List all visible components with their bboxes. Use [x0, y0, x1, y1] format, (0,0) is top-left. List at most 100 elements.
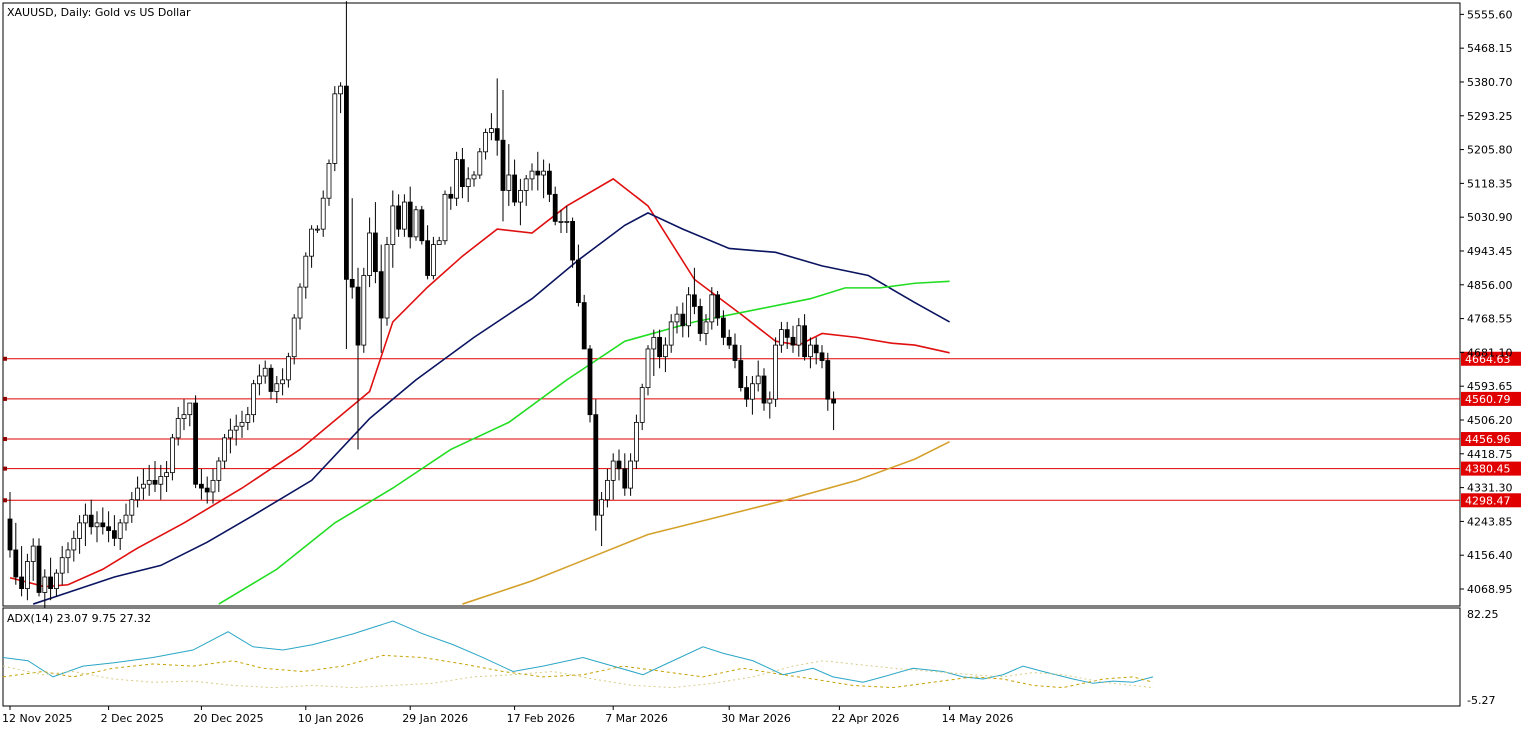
bull-candle	[471, 174, 477, 180]
bull-candle	[280, 379, 286, 385]
level-price-tag: 4456.96	[1461, 432, 1521, 447]
bull-candle	[610, 460, 616, 481]
bull-candle	[77, 522, 82, 539]
bull-candle	[384, 244, 390, 319]
bear-candle	[204, 487, 210, 493]
bull-candle	[663, 344, 668, 358]
bear-candle	[88, 514, 94, 528]
price-tick-label: 5293.25	[1467, 110, 1513, 123]
bull-candle	[430, 244, 436, 276]
bull-candle	[477, 151, 483, 176]
level-marker	[3, 437, 7, 442]
bear-candle	[19, 576, 25, 590]
price-tick-label: 4156.40	[1467, 549, 1513, 562]
bear-candle	[813, 344, 819, 354]
bull-candle	[216, 460, 222, 481]
bear-candle	[106, 526, 111, 532]
bear-candle	[831, 398, 836, 404]
bear-candle	[448, 193, 454, 199]
price-tick-label: 4506.20	[1467, 414, 1513, 427]
level-tag-label: 4456.96	[1465, 433, 1511, 446]
bull-candle	[210, 479, 216, 493]
bull-candle	[750, 383, 755, 400]
bear-candle	[744, 387, 749, 400]
bull-candle	[808, 344, 813, 358]
bear-candle	[407, 201, 413, 238]
bear-candle	[268, 367, 274, 392]
bull-candle	[42, 576, 48, 593]
time-tick-label: 10 Jan 2026	[298, 712, 364, 725]
bull-candle	[59, 557, 65, 574]
bull-candle	[175, 418, 181, 439]
bull-candle	[767, 398, 773, 404]
bear-candle	[732, 344, 738, 361]
bull-candle	[181, 414, 187, 419]
adx-series-line	[2, 654, 1154, 689]
bull-candle	[442, 193, 448, 242]
chart-title: XAUUSD, Daily: Gold vs US Dollar	[7, 6, 191, 19]
bear-candle	[593, 414, 599, 516]
price-tick-label: 4418.75	[1467, 448, 1513, 461]
adx-axis: 82.25 -5.27	[1467, 608, 1499, 707]
bull-candle	[465, 178, 471, 188]
bull-candle	[251, 383, 257, 416]
bear-candle	[355, 286, 361, 346]
price-axis: 5555.60 5468.15 5380.70 5293.25 5205.80 5118.…	[1460, 8, 1513, 596]
bull-candle	[158, 476, 164, 485]
bear-candle	[761, 375, 767, 404]
bear-candle	[657, 336, 662, 358]
level-price-tag: 4380.45	[1461, 461, 1521, 476]
bull-candle	[309, 228, 315, 257]
bear-candle	[721, 317, 726, 338]
bull-candle	[222, 437, 228, 462]
bear-candle	[494, 128, 500, 141]
price-tick-label: 4943.45	[1467, 245, 1513, 258]
bull-candle	[599, 499, 604, 516]
time-tick-label: 12 Nov 2025	[2, 712, 72, 725]
bull-candle	[651, 336, 657, 350]
bull-candle	[129, 499, 135, 516]
bear-candle	[372, 232, 378, 273]
moving-averages	[9, 177, 950, 605]
bear-candle	[36, 545, 42, 593]
level-marker	[3, 466, 7, 471]
bull-candle	[390, 205, 396, 245]
bear-candle	[378, 271, 384, 319]
bull-candle	[703, 321, 709, 334]
price-tick-label: 4243.85	[1467, 515, 1513, 528]
bear-candle	[100, 522, 106, 528]
price-tick-label: 5205.80	[1467, 144, 1513, 157]
bear-candle	[697, 306, 703, 334]
bear-candle	[715, 294, 720, 319]
level-price-tag: 4560.79	[1461, 391, 1521, 406]
bull-candle	[256, 375, 262, 385]
bull-candle	[796, 325, 802, 346]
bear-candle	[535, 170, 541, 176]
price-tick-label: 4068.95	[1467, 583, 1513, 596]
bull-candle	[291, 317, 297, 358]
bull-candle	[436, 240, 442, 245]
bull-candle	[314, 228, 320, 231]
bull-candle	[187, 402, 193, 416]
time-tick-label: 30 Mar 2026	[721, 712, 791, 725]
bull-candle	[135, 487, 141, 501]
price-tick-label: 4856.00	[1467, 279, 1513, 292]
candles	[7, 1, 836, 608]
bull-candle	[361, 275, 367, 346]
bull-candle	[668, 321, 674, 346]
bear-candle	[112, 530, 117, 539]
time-tick-label: 20 Dec 2025	[193, 712, 263, 725]
adx-title: ADX(14) 23.07 9.75 27.32	[7, 612, 151, 625]
bear-candle	[790, 336, 796, 346]
bull-candle	[367, 232, 373, 276]
bull-candle	[320, 197, 326, 230]
moving-average-line	[462, 441, 950, 605]
bull-candle	[24, 561, 30, 590]
adx-tick-label: -5.27	[1467, 694, 1495, 707]
price-tick-label: 4331.30	[1467, 482, 1513, 495]
bull-candle	[605, 479, 610, 501]
bull-candle	[332, 93, 338, 164]
bull-candle	[413, 209, 419, 238]
bear-candle	[738, 360, 744, 389]
bear-candle	[547, 170, 552, 195]
